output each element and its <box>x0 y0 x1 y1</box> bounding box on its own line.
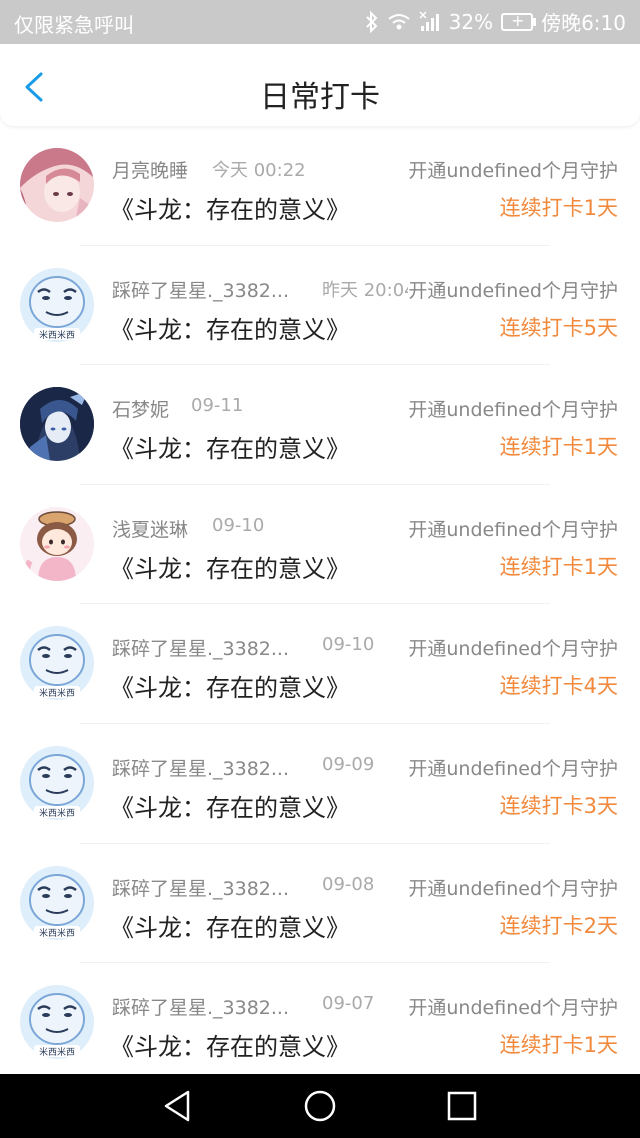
meme-face-avatar-icon: 米西米西 <box>20 626 94 701</box>
checkin-time: 09-10 <box>212 514 265 536</box>
user-name[interactable]: 踩碎了星星._3382... <box>112 634 297 661</box>
status-icons: 32% + 傍晚6:10 <box>365 7 626 36</box>
book-title[interactable]: 《斗龙：存在的意义》 <box>110 908 350 943</box>
svg-text:米西米西: 米西米西 <box>39 927 75 939</box>
avatar[interactable] <box>20 506 94 581</box>
streak-count: 连续打卡5天 <box>499 315 618 340</box>
checkin-time: 09-10 <box>322 634 375 656</box>
avatar[interactable] <box>20 387 94 462</box>
page-title: 日常打卡 <box>260 80 380 115</box>
guard-text: 开通undefined个月守护 <box>408 395 618 423</box>
streak-count: 连续打卡1天 <box>499 435 618 460</box>
streak-count: 连续打卡1天 <box>499 196 618 220</box>
checkin-time: 09-08 <box>322 873 375 895</box>
user-name[interactable]: 踩碎了星星._3382... <box>112 993 297 1020</box>
book-title[interactable]: 《斗龙：存在的意义》 <box>110 310 350 345</box>
book-title[interactable]: 《斗龙：存在的意义》 <box>110 788 350 823</box>
guard-text: 开通undefined个月守护 <box>408 634 618 662</box>
list-item[interactable]: 石梦妮 09-11 开通undefined个月守护 《斗龙：存在的意义》 连续打… <box>0 365 640 485</box>
user-name[interactable]: 踩碎了星星._3382... <box>112 874 297 901</box>
anime-dark-hair-avatar-icon <box>20 387 94 462</box>
guard-text: 开通undefined个月守护 <box>408 873 618 901</box>
streak-count: 连续打卡1天 <box>499 1033 618 1058</box>
bluetooth-icon <box>365 10 378 33</box>
header: 日常打卡 <box>0 44 640 126</box>
back-triangle-icon[interactable] <box>160 1088 196 1124</box>
meme-face-avatar-icon: 米西米西 <box>20 267 94 342</box>
book-title[interactable]: 《斗龙：存在的意义》 <box>110 429 350 464</box>
guard-text: 开通undefined个月守护 <box>408 514 618 542</box>
guard-text: 开通undefined个月守护 <box>408 156 618 183</box>
list-item[interactable]: 月亮晚睡 今天 00:22 开通undefined个月守护 《斗龙：存在的意义》… <box>0 126 640 246</box>
svg-text:米西米西: 米西米西 <box>39 807 75 819</box>
svg-text:米西米西: 米西米西 <box>39 329 75 341</box>
clock-time: 傍晚6:10 <box>541 11 626 35</box>
book-title[interactable]: 《斗龙：存在的意义》 <box>110 190 350 225</box>
home-circle-icon[interactable] <box>302 1088 338 1124</box>
avatar[interactable]: 米西米西 <box>20 626 94 701</box>
avatar[interactable]: 米西米西 <box>20 865 94 940</box>
book-title[interactable]: 《斗龙：存在的意义》 <box>110 668 350 703</box>
meme-face-avatar-icon: 米西米西 <box>20 985 94 1060</box>
user-name[interactable]: 踩碎了星星._3382... <box>112 276 297 303</box>
battery-charging-icon: + <box>501 11 537 31</box>
avatar[interactable] <box>20 148 94 222</box>
guard-text: 开通undefined个月守护 <box>408 753 618 781</box>
checkin-time: 09-07 <box>322 993 375 1015</box>
checkin-time: 09-09 <box>322 753 375 775</box>
battery-percent: 32% <box>448 9 494 34</box>
streak-count: 连续打卡4天 <box>499 674 618 699</box>
svg-text:米西米西: 米西米西 <box>39 1046 75 1058</box>
checkin-time: 今天 00:22 <box>212 160 306 181</box>
list-item[interactable]: 米西米西 踩碎了星星._3382... 09-07 开通undefined个月守… <box>0 963 640 1083</box>
checkin-list: 月亮晚睡 今天 00:22 开通undefined个月守护 《斗龙：存在的意义》… <box>0 126 640 1083</box>
guard-text: 开通undefined个月守护 <box>408 275 618 303</box>
streak-count: 连续打卡3天 <box>499 793 618 818</box>
checkin-time: 昨天 20:04 <box>322 279 416 301</box>
user-name[interactable]: 踩碎了星星._3382... <box>112 754 297 781</box>
book-title[interactable]: 《斗龙：存在的意义》 <box>110 1027 350 1062</box>
meme-face-avatar-icon: 米西米西 <box>20 865 94 940</box>
list-item[interactable]: 米西米西 踩碎了星星._3382... 昨天 20:04 开通undefined… <box>0 246 640 366</box>
signal-off-icon <box>419 10 439 31</box>
guard-text: 开通undefined个月守护 <box>408 993 618 1021</box>
status-bar: 仅限紧急呼叫 32% + 傍晚6:10 <box>0 0 640 44</box>
list-item[interactable]: 米西米西 踩碎了星星._3382... 09-10 开通undefined个月守… <box>0 604 640 724</box>
system-nav-bar <box>0 1074 640 1138</box>
streak-count: 连续打卡1天 <box>499 554 618 579</box>
user-name[interactable]: 浅夏迷琳 <box>112 515 297 542</box>
recents-square-icon[interactable] <box>444 1088 480 1124</box>
avatar[interactable]: 米西米西 <box>20 267 94 342</box>
list-item[interactable]: 米西米西 踩碎了星星._3382... 09-08 开通undefined个月守… <box>0 844 640 964</box>
book-title[interactable]: 《斗龙：存在的意义》 <box>110 549 350 584</box>
avatar[interactable]: 米西米西 <box>20 745 94 820</box>
streak-count: 连续打卡2天 <box>499 913 618 938</box>
checkin-time: 09-11 <box>191 395 244 417</box>
wifi-icon <box>388 13 410 29</box>
cute-girl-avatar-icon <box>20 506 94 581</box>
anime-girl-pink-avatar-icon <box>20 148 94 222</box>
list-item[interactable]: 浅夏迷琳 09-10 开通undefined个月守护 《斗龙：存在的意义》 连续… <box>0 485 640 605</box>
avatar[interactable]: 米西米西 <box>20 985 94 1060</box>
svg-text:米西米西: 米西米西 <box>39 687 75 699</box>
list-item[interactable]: 米西米西 踩碎了星星._3382... 09-09 开通undefined个月守… <box>0 724 640 844</box>
meme-face-avatar-icon: 米西米西 <box>20 745 94 820</box>
carrier-text: 仅限紧急呼叫 <box>14 13 134 37</box>
